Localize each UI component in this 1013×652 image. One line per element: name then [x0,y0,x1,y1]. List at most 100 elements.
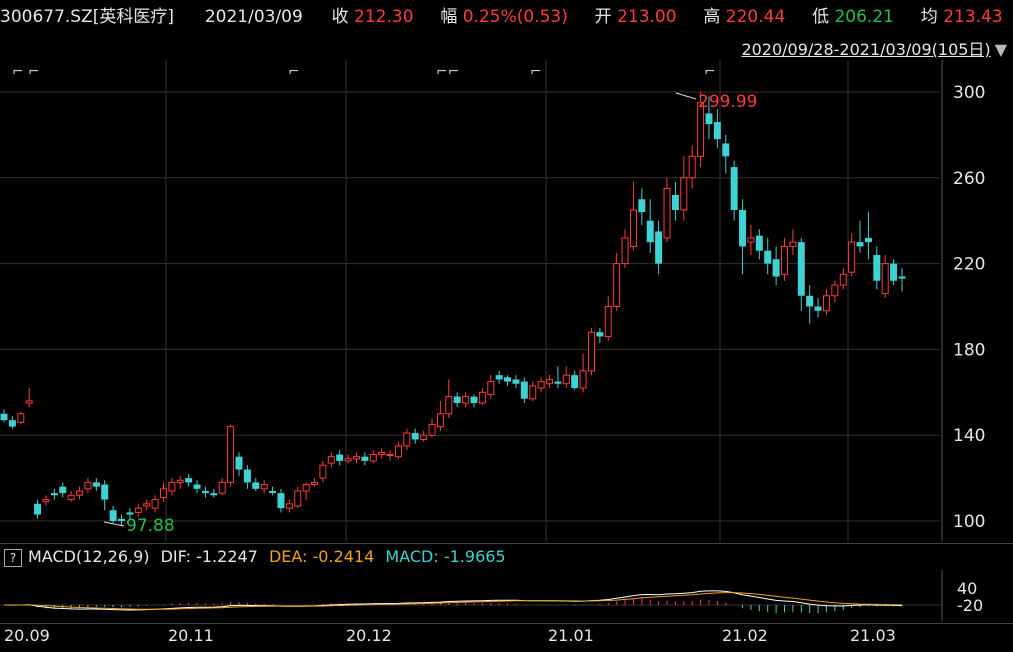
high-value: 220.44 [725,7,786,27]
help-icon[interactable]: ? [4,548,22,567]
low-value: 206.21 [834,7,894,27]
macd-chart[interactable]: 40 -20 [0,570,1013,622]
price-axis: 300 260 220 180 140 100 [941,60,985,542]
high-arrow-icon [675,92,697,100]
candle-body [8,420,16,427]
candle-body [688,155,696,179]
macd-label: MACD: [385,547,439,566]
candle-body [336,454,344,461]
candle-body [252,482,260,489]
candle-body [839,273,847,286]
candle-body [764,250,772,264]
candle-body [67,494,75,501]
candle-body [546,378,554,385]
candlestick-chart[interactable]: 300 260 220 180 140 100 ⌐ ⌐ ⌐ ⌐⌐ ⌐ ⌐ 299.99 9… [0,60,1013,542]
candle-body [529,385,537,400]
candle-body [755,235,763,251]
period-marker-icon: ⌐ [28,64,40,80]
candle-body [344,458,352,462]
period-marker-icon: ⌐ [12,64,24,80]
open-value: 213.00 [617,7,677,27]
candle-body [17,413,25,423]
high-label: 高 [703,7,721,27]
candle-body [571,375,579,389]
candle-body [722,143,730,157]
x-axis-label: 20.12 [346,626,392,645]
candle-body [277,493,285,509]
candle-body [881,263,889,295]
macd-grid [0,570,943,622]
open-label: 开 [594,7,612,27]
candle-body [117,518,125,521]
candle-body [713,122,721,140]
candle-body [201,490,209,494]
candle-body [260,484,268,490]
macd-histogram [11,598,903,614]
axis-divider [0,623,1013,624]
candle-body [0,413,8,421]
candle-body [747,237,755,243]
dropdown-triangle-icon[interactable]: ▼ [995,40,1007,59]
candle-body [478,391,486,404]
candle-body [621,237,629,265]
period-marker-icon: ⌐ [530,64,542,80]
candle-body [294,490,302,507]
price-grid [0,91,940,522]
period-marker-icon: ⌐ [704,64,716,80]
candle-body [789,241,797,247]
candle-body [781,245,789,275]
candle-body [285,503,293,509]
candle-body [269,490,277,494]
candle-body [520,381,528,399]
candle-body [890,263,898,281]
candle-body [411,433,419,440]
candle-body [638,199,646,213]
candle-body [42,499,50,503]
candle-body [210,493,218,496]
candle-body [151,499,159,509]
price-axis-tick: 180 [953,340,985,360]
candle-body [193,484,201,489]
candle-body [655,231,663,264]
change-label: 幅 [440,7,458,27]
candle-body [394,445,402,458]
candle-body [319,464,327,479]
quote-header: 300677.SZ[英科医疗] 2021/03/09 收 212.30 幅 0.… [0,0,1013,34]
candle-body [772,259,780,277]
candle-body [671,194,679,210]
candle-body [579,370,587,389]
candle-body [487,381,495,395]
price-axis-tick: 100 [953,512,985,532]
dif-label: DIF: [160,547,191,566]
candle-body [873,255,881,281]
close-label: 收 [331,7,349,27]
candle-body [302,484,310,492]
quote-date: 2021/03/09 [204,7,303,27]
candle-body [101,484,109,500]
dif-value: -1.2247 [196,547,258,566]
candle-body [235,456,243,470]
high-marker-label: 299.99 [698,92,757,112]
price-axis-tick: 220 [953,255,985,275]
date-range-label[interactable]: 2020/09/28-2021/03/09(105日) [741,40,990,59]
candle-body [25,400,33,404]
candle-body [705,113,713,125]
candle-body [436,413,444,428]
candle-body [814,306,822,311]
candle-body [739,209,747,247]
close-value: 212.30 [354,7,414,27]
low-label: 低 [812,7,830,27]
date-range-selector[interactable]: 2020/09/28-2021/03/09(105日) ▼ [741,36,1007,60]
high-annotation: 299.99 [675,92,757,112]
candles [0,92,906,526]
candle-body [386,454,394,457]
price-axis-tick: 260 [953,169,985,189]
candle-body [596,332,604,337]
candle-body [864,237,872,243]
candle-body [898,276,906,279]
candle-body [537,381,545,389]
candle-body [185,478,193,483]
x-axis-label: 20.11 [168,626,214,645]
candle-body [663,188,671,239]
macd-title[interactable]: MACD(12,26,9) [28,547,150,566]
